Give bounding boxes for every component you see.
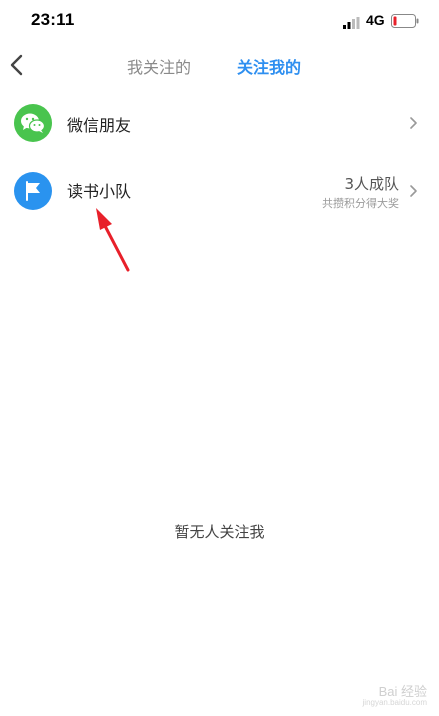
watermark-url: jingyan.baidu.com: [362, 698, 427, 708]
chevron-left-icon: [10, 54, 23, 76]
chevron-right-icon: [408, 183, 418, 197]
team-subtitle: 共攒积分得大奖: [322, 197, 399, 210]
battery-icon: [391, 13, 419, 28]
watermark-brand: Bai 经验: [378, 683, 427, 699]
list-item-reading-team[interactable]: 读书小队 3人成队 共攒积分得大奖: [0, 161, 439, 221]
empty-state-message: 暂无人关注我: [174, 523, 265, 541]
row-label-wechat: 微信朋友: [67, 116, 132, 135]
status-bar: 23:11 4G: [0, 0, 439, 40]
signal-icon: [343, 14, 361, 29]
flag-icon: [14, 172, 52, 210]
chevron-right-icon: [408, 115, 418, 129]
nav-bar: 我关注的 关注我的: [0, 40, 439, 92]
red-arrow-icon: [88, 200, 138, 275]
status-time: 23:11: [31, 10, 75, 29]
network-label: 4G: [366, 12, 385, 28]
watermark: Bai 经验 jingyan.baidu.com: [362, 683, 427, 708]
tab-following[interactable]: 我关注的: [127, 54, 191, 78]
tab-followers[interactable]: 关注我的: [237, 54, 301, 78]
back-button[interactable]: [6, 50, 30, 80]
team-count: 3人成队: [344, 175, 399, 193]
list-item-wechat-friends[interactable]: 微信朋友: [0, 93, 439, 153]
row-label-team: 读书小队: [67, 182, 132, 201]
wechat-icon: [14, 104, 52, 142]
